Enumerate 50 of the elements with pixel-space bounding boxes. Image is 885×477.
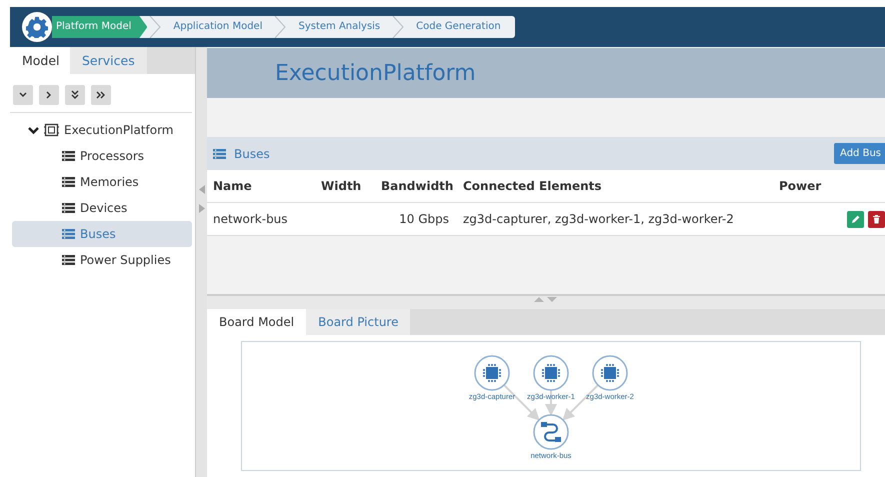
column-header: Connected Elements	[462, 179, 603, 193]
column-header: Power	[778, 179, 822, 193]
expand-button[interactable]	[39, 85, 59, 105]
expand-all-button[interactable]	[91, 85, 111, 105]
step-tab[interactable]: System Analysis	[288, 16, 390, 38]
tree-item[interactable]: Devices	[12, 195, 192, 221]
collapse-all-button[interactable]	[65, 85, 85, 105]
chevron-icon	[392, 16, 404, 38]
page-title: ExecutionPlatform	[207, 48, 885, 98]
collapse-button[interactable]	[13, 85, 33, 105]
tree-item[interactable]: Memories	[12, 169, 192, 195]
column-header: Width	[320, 179, 362, 193]
tree-item[interactable]: Processors	[12, 143, 192, 169]
tree-item[interactable]: Power Supplies	[12, 247, 192, 273]
app-logo[interactable]	[22, 12, 52, 42]
chip-icon	[542, 364, 560, 382]
column-header: Bandwidth	[380, 179, 454, 193]
table-cell-text: zg3d-capturer, zg3d-worker-1, zg3d-worker-2	[462, 212, 735, 226]
list-icon	[62, 151, 75, 161]
delete-button[interactable]	[868, 210, 885, 228]
caret-icon[interactable]	[28, 126, 39, 134]
step-tab[interactable]: Application Model	[163, 16, 272, 38]
sidebar-tab[interactable]: Services	[70, 47, 147, 74]
table-cell-text: 10 Gbps	[398, 212, 450, 226]
tree-item[interactable]: Buses	[12, 221, 192, 247]
list-icon	[62, 177, 75, 187]
board-icon	[44, 123, 59, 137]
board-tab[interactable]: Board Model	[207, 309, 306, 335]
resize-handle-icon[interactable]	[534, 296, 558, 303]
section-title: Buses	[234, 146, 270, 160]
step-tab[interactable]: Platform Model	[52, 16, 148, 38]
table-cell-text: network-bus	[212, 212, 289, 226]
list-icon	[62, 255, 75, 265]
sidebar-tab[interactable]: Model	[10, 47, 70, 74]
gear-icon	[26, 16, 48, 38]
chevron-icon	[274, 16, 286, 38]
list-icon	[62, 229, 75, 239]
tree-item[interactable]: ExecutionPlatform	[12, 117, 192, 143]
add-button[interactable]: Add Bus	[834, 143, 885, 164]
list-icon	[62, 203, 75, 213]
chevron-icon	[149, 16, 162, 38]
board-tab[interactable]: Board Picture	[306, 309, 410, 335]
chip-icon	[483, 364, 501, 382]
step-tab[interactable]: Code Generation	[406, 16, 511, 38]
list-icon	[213, 148, 226, 158]
chip-icon	[601, 364, 619, 382]
node-circle[interactable]	[533, 414, 569, 450]
cable-icon	[541, 422, 561, 442]
edit-button[interactable]	[847, 210, 864, 228]
column-header: Name	[212, 179, 253, 193]
